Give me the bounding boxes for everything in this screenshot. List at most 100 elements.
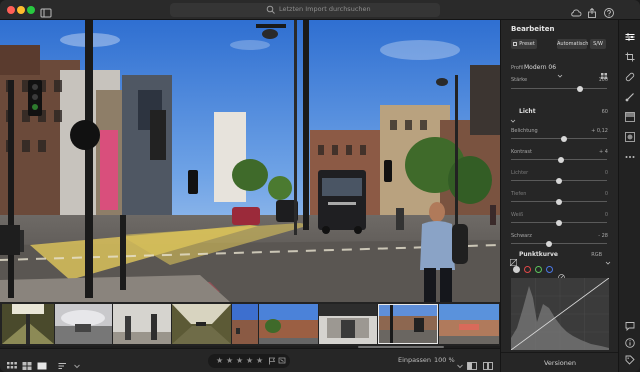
window-maximize-button[interactable]	[27, 6, 35, 14]
profile-label: Profil	[511, 65, 524, 71]
sidebar-toggle-icon[interactable]	[40, 4, 52, 18]
curve-target-icon[interactable]	[558, 266, 565, 281]
tag-icon[interactable]	[625, 350, 635, 365]
profile-browser-icon[interactable]	[601, 64, 607, 79]
radial-gradient-icon[interactable]	[625, 127, 635, 142]
slider-handle[interactable]	[557, 156, 564, 163]
filmstrip-thumbnail[interactable]	[259, 304, 318, 344]
window-minimize-button[interactable]	[17, 6, 25, 14]
adjustment-slider[interactable]	[511, 177, 607, 184]
curve-icon	[510, 251, 518, 267]
main-photo-canvas[interactable]	[0, 20, 500, 302]
chevron-down-icon[interactable]	[557, 64, 563, 78]
filmstrip-thumbnail-selected[interactable]	[378, 304, 438, 344]
search-placeholder: Letzten Import durchsuchen	[279, 5, 371, 13]
edit-panel: Bearbeiten Preset Automatisch S/W Profil…	[500, 20, 619, 372]
window-close-button[interactable]	[7, 6, 15, 14]
strength-slider-handle[interactable]	[577, 85, 584, 92]
adjustment-slider[interactable]	[511, 198, 607, 205]
edit-sliders-icon[interactable]	[625, 27, 635, 41]
app-window: Letzten Import durchsuchen ★ ★ ★ ★ ★ Ein…	[0, 0, 640, 372]
cloud-sync-icon[interactable]	[570, 4, 582, 17]
point-curve-graph[interactable]	[511, 278, 609, 350]
slider-label: Tiefen	[511, 191, 527, 197]
adjustment-slider[interactable]	[511, 156, 607, 163]
detail-view-icon[interactable]	[37, 356, 47, 370]
auto-button[interactable]: Automatisch	[557, 39, 588, 49]
slider-label: Schwarz	[511, 233, 532, 239]
zoom-percentage[interactable]: 100 %	[434, 356, 455, 364]
light-section-value: 60	[601, 109, 608, 115]
healing-brush-icon[interactable]	[625, 67, 635, 82]
channel-blue-button[interactable]	[546, 266, 553, 273]
slider-value[interactable]: 0	[605, 212, 608, 218]
channel-red-button[interactable]	[524, 266, 531, 273]
fit-zoom-label[interactable]: Einpassen	[398, 356, 431, 364]
chevron-down-icon[interactable]	[455, 356, 465, 369]
adjustment-slider[interactable]	[511, 240, 607, 247]
title-bar: Letzten Import durchsuchen	[0, 0, 640, 20]
profile-dropdown[interactable]: Modern 06	[524, 64, 556, 71]
help-icon[interactable]	[603, 4, 615, 18]
filmstrip-thumbnail[interactable]	[172, 304, 231, 344]
star-icon[interactable]: ★	[236, 356, 243, 365]
star-icon[interactable]: ★	[226, 356, 233, 365]
chevron-down-icon[interactable]	[605, 251, 611, 265]
slider-value[interactable]: - 28	[598, 233, 608, 239]
filmstrip-thumbnail[interactable]	[113, 304, 171, 344]
star-rating[interactable]: ★ ★ ★ ★ ★	[208, 354, 290, 368]
preset-label: Preset	[519, 41, 535, 47]
flag-icon[interactable]	[268, 357, 276, 367]
linear-gradient-icon[interactable]	[625, 107, 635, 122]
channel-green-button[interactable]	[535, 266, 542, 273]
reject-flag-icon[interactable]	[278, 357, 286, 367]
versions-button[interactable]: Versionen	[501, 352, 619, 372]
chevron-down-icon[interactable]	[72, 356, 82, 369]
slider-handle[interactable]	[556, 198, 562, 205]
slider-label: Weiß	[511, 212, 524, 218]
sort-icon[interactable]	[58, 356, 68, 369]
filmstrip-thumbnail[interactable]	[232, 304, 258, 344]
star-icon[interactable]: ★	[256, 356, 263, 365]
slider-handle[interactable]	[560, 135, 567, 142]
star-icon[interactable]: ★	[216, 356, 223, 365]
chevron-down-icon[interactable]	[510, 109, 516, 123]
share-icon[interactable]	[586, 4, 598, 18]
filmstrip-thumbnail[interactable]	[439, 304, 499, 344]
grid-view-icon[interactable]	[7, 356, 17, 369]
brush-icon[interactable]	[625, 87, 635, 102]
comment-icon[interactable]	[625, 316, 635, 332]
strength-value[interactable]: 100	[598, 77, 608, 83]
light-section-header[interactable]: Licht	[519, 108, 536, 115]
filmstrip-thumbnail[interactable]	[2, 304, 54, 344]
filmstrip-thumbnail[interactable]	[55, 304, 112, 344]
black-white-button[interactable]: S/W	[590, 39, 606, 49]
preset-icon	[513, 41, 518, 46]
square-grid-icon[interactable]	[22, 356, 32, 370]
slider-label: Lichter	[511, 170, 529, 176]
curve-channel-value[interactable]: RGB	[591, 252, 602, 258]
more-icon[interactable]	[625, 147, 635, 158]
slider-value[interactable]: + 0,12	[591, 128, 608, 134]
channel-rgb-button[interactable]	[513, 266, 520, 273]
filmstrip-thumbnail[interactable]	[319, 304, 377, 344]
slider-value[interactable]: + 4	[599, 149, 608, 155]
compare-view-icon[interactable]	[483, 356, 493, 370]
adjustment-slider[interactable]	[511, 219, 607, 226]
slider-handle[interactable]	[556, 177, 562, 184]
preset-button[interactable]: Preset	[511, 39, 537, 49]
point-curve-section-header[interactable]: Punktkurve	[519, 251, 558, 258]
before-after-icon[interactable]	[467, 356, 477, 370]
tool-strip	[618, 20, 640, 372]
slider-handle[interactable]	[556, 219, 562, 226]
search-input[interactable]: Letzten Import durchsuchen	[170, 3, 440, 17]
crop-icon[interactable]	[625, 47, 635, 62]
star-icon[interactable]: ★	[246, 356, 253, 365]
adjustment-slider[interactable]	[511, 135, 607, 142]
slider-value[interactable]: 0	[605, 170, 608, 176]
info-icon[interactable]	[625, 333, 635, 348]
strength-slider[interactable]	[511, 85, 607, 92]
slider-handle[interactable]	[546, 240, 553, 247]
slider-value[interactable]: 0	[605, 191, 608, 197]
strength-label: Stärke	[511, 77, 528, 83]
